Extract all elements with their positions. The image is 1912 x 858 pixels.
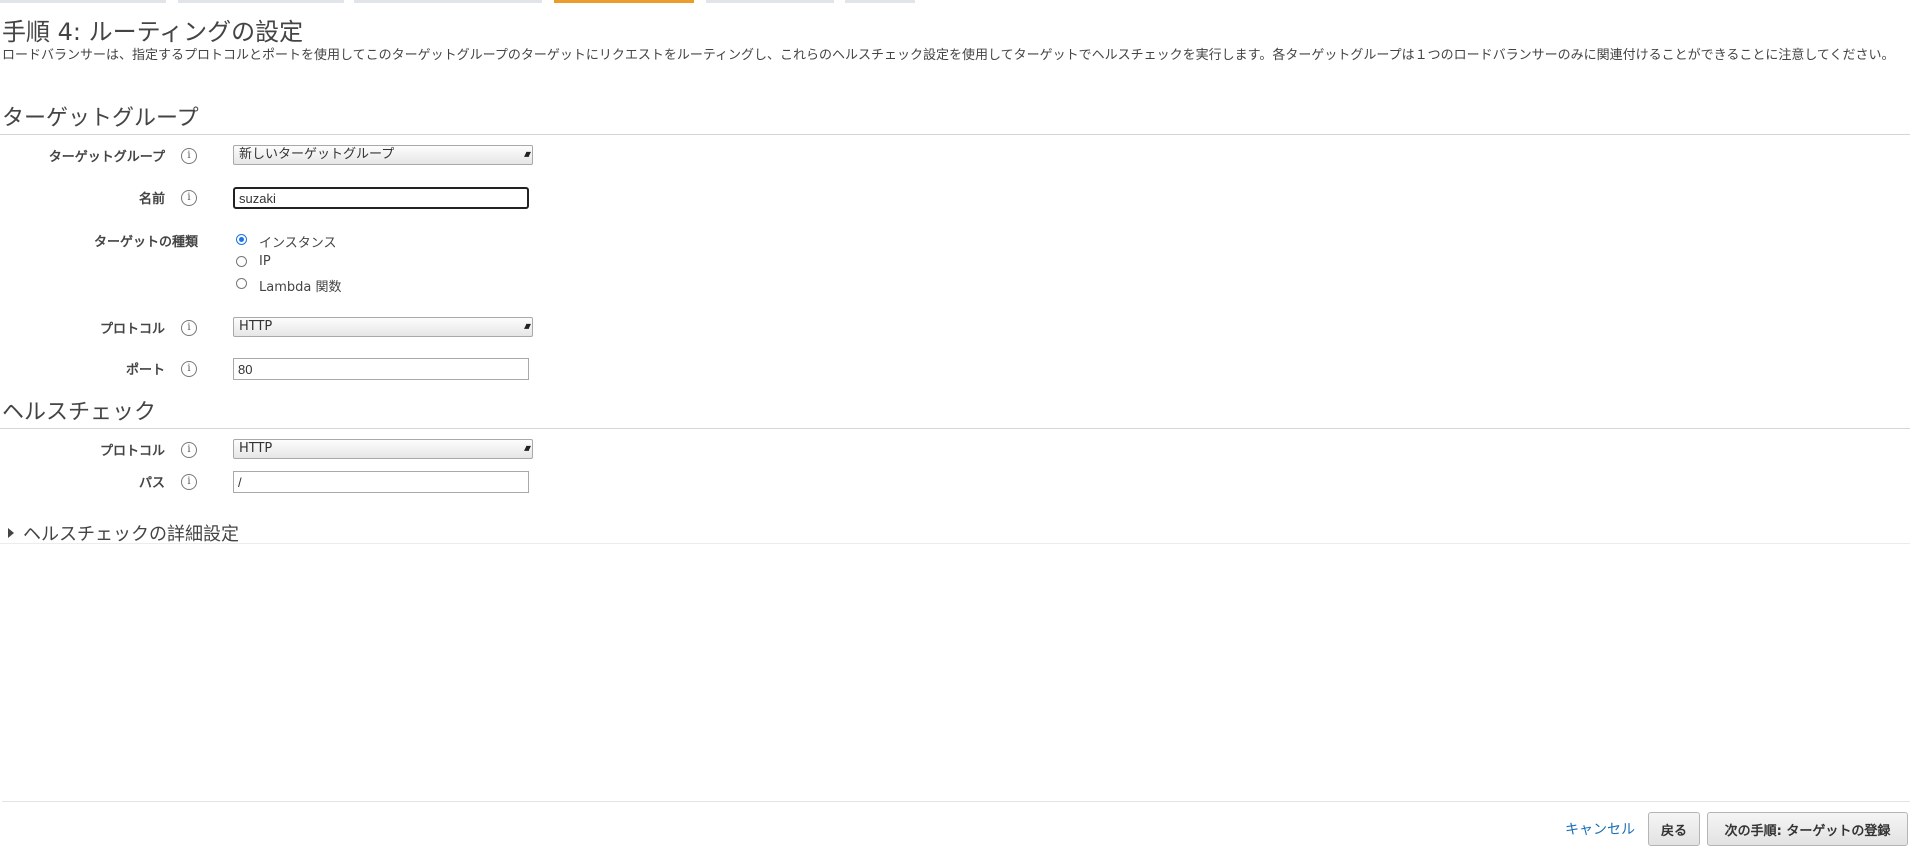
info-icon[interactable]: i xyxy=(181,442,197,458)
health-check-heading: ヘルスチェック xyxy=(2,400,157,425)
cancel-link[interactable]: キャンセル xyxy=(1565,819,1635,839)
wizard-step-5[interactable] xyxy=(706,0,834,3)
target-type-label: ターゲットの種類 xyxy=(93,235,198,250)
footer-divider xyxy=(2,801,1910,802)
name-input[interactable] xyxy=(233,187,529,209)
select-arrows-icon: ▴▾ xyxy=(523,321,531,332)
target-group-select[interactable]: 新しいターゲットグループ ▴▾ xyxy=(233,145,533,165)
path-input[interactable] xyxy=(233,471,529,493)
next-button[interactable]: 次の手順: ターゲットの登録 xyxy=(1707,812,1908,846)
target-group-heading: ターゲットグループ xyxy=(2,106,199,131)
health-protocol-select[interactable]: HTTP ▴▾ xyxy=(233,439,533,459)
radio-button-checked[interactable] xyxy=(236,234,247,245)
radio-button[interactable] xyxy=(236,256,247,267)
section-divider xyxy=(0,543,1910,544)
protocol-label: プロトコル xyxy=(99,322,165,337)
protocol-select[interactable]: HTTP ▴▾ xyxy=(233,317,533,337)
info-icon[interactable]: i xyxy=(181,474,197,490)
info-icon[interactable]: i xyxy=(181,190,197,206)
wizard-step-2[interactable] xyxy=(178,0,344,3)
back-button[interactable]: 戻る xyxy=(1648,812,1700,846)
section-divider xyxy=(0,428,1910,429)
info-icon[interactable]: i xyxy=(181,361,197,377)
wizard-step-4[interactable] xyxy=(554,0,694,3)
page-description: ロードバランサーは、指定するプロトコルとポートを使用してこのターゲットグループの… xyxy=(2,48,1895,63)
health-protocol-select-value: HTTP xyxy=(239,441,273,456)
wizard-step-3[interactable] xyxy=(354,0,542,3)
wizard-steps xyxy=(0,0,1912,6)
caret-right-icon xyxy=(8,528,14,538)
section-divider xyxy=(0,134,1910,135)
wizard-step-1[interactable] xyxy=(0,0,166,3)
name-label: 名前 xyxy=(138,192,165,207)
path-label: パス xyxy=(138,476,165,491)
target-group-label: ターゲットグループ xyxy=(48,150,165,165)
select-arrows-icon: ▴▾ xyxy=(523,149,531,160)
wizard-step-6[interactable] xyxy=(845,0,915,3)
select-arrows-icon: ▴▾ xyxy=(523,443,531,454)
advanced-health-check-label: ヘルスチェックの詳細設定 xyxy=(23,524,239,545)
info-icon[interactable]: i xyxy=(181,320,197,336)
port-input[interactable] xyxy=(233,358,529,380)
port-label: ポート xyxy=(125,363,165,378)
protocol-select-value: HTTP xyxy=(239,319,273,334)
target-group-select-value: 新しいターゲットグループ xyxy=(239,147,395,162)
page: 手順 4: ルーティングの設定 ロードバランサーは、指定するプロトコルとポートを… xyxy=(0,0,1912,858)
info-icon[interactable]: i xyxy=(181,148,197,164)
radio-button[interactable] xyxy=(236,278,247,289)
page-title: 手順 4: ルーティングの設定 xyxy=(2,18,304,46)
health-protocol-label: プロトコル xyxy=(99,444,165,459)
